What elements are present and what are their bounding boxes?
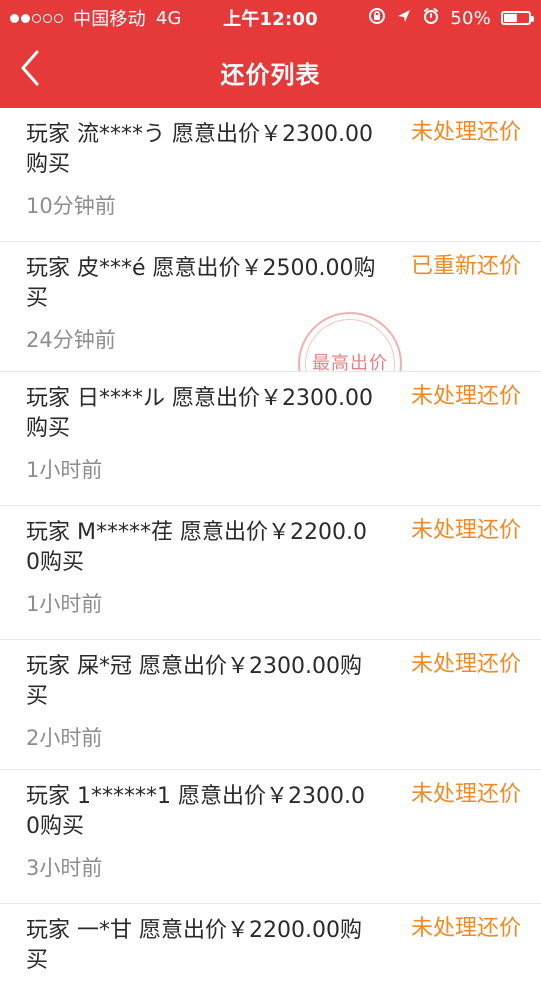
time-label: 1小时前: [26, 592, 103, 616]
chevron-left-icon: [17, 48, 43, 92]
navigation-bar: 还价列表: [0, 36, 541, 108]
time-label: 1小时前: [26, 458, 103, 482]
signal-dot: [10, 13, 19, 23]
list-item[interactable]: 玩家 M*****荏 愿意出价￥2200.00购买 未处理还价 1小时前: [0, 506, 541, 640]
status-label[interactable]: 未处理还价: [411, 382, 521, 412]
status-label[interactable]: 未处理还价: [411, 914, 521, 944]
status-time: 上午12:00: [223, 9, 318, 30]
battery-percent: 50%: [450, 7, 491, 29]
status-label[interactable]: 未处理还价: [411, 650, 521, 680]
status-label[interactable]: 已重新还价: [411, 252, 521, 282]
status-label[interactable]: 未处理还价: [411, 516, 521, 546]
highest-bid-stamp: 最高出价: [298, 312, 402, 372]
page-title: 还价列表: [220, 60, 321, 89]
network-label: 4G: [155, 7, 182, 29]
status-right: 50%: [368, 7, 534, 30]
alarm-icon: [422, 7, 440, 30]
signal-dot: [43, 13, 52, 23]
location-arrow-icon: [396, 8, 412, 29]
status-left: 中国移动 4G: [10, 5, 182, 31]
time-label: 2小时前: [26, 726, 103, 750]
back-button[interactable]: [6, 46, 54, 94]
status-label[interactable]: 未处理还价: [411, 118, 521, 148]
list-item[interactable]: 玩家 日****ル 愿意出价￥2300.00购买 未处理还价 1小时前: [0, 372, 541, 506]
list-item[interactable]: 玩家 一*甘 愿意出价￥2200.00购买 未处理还价: [0, 904, 541, 1004]
header: 中国移动 4G 上午12:00 50% 还价列表: [0, 0, 541, 108]
battery-icon: [501, 11, 534, 25]
status-bar: 中国移动 4G 上午12:00 50%: [0, 0, 541, 36]
offer-text: 玩家 一*甘 愿意出价￥2200.00购买: [26, 918, 362, 973]
offer-text: 玩家 皮***é 愿意出价￥2500.00购买: [26, 256, 376, 311]
carrier-label: 中国移动: [73, 9, 146, 30]
rotation-lock-icon: [368, 7, 386, 30]
offer-text: 玩家 1******1 愿意出价￥2300.00购买: [26, 784, 365, 839]
status-label[interactable]: 未处理还价: [411, 780, 521, 810]
offer-text: 玩家 流****う 愿意出价￥2300.00购买: [26, 122, 373, 177]
offer-text: 玩家 屎*冠 愿意出价￥2300.00购买: [26, 654, 362, 709]
offer-text: 玩家 日****ル 愿意出价￥2300.00购买: [26, 386, 373, 441]
offer-text: 玩家 M*****荏 愿意出价￥2200.00购买: [26, 520, 367, 575]
signal-dot: [54, 13, 63, 23]
signal-dot: [21, 13, 30, 23]
list-item[interactable]: 玩家 屎*冠 愿意出价￥2300.00购买 未处理还价 2小时前: [0, 640, 541, 770]
signal-dot: [32, 13, 41, 23]
counteroffer-list: 玩家 流****う 愿意出价￥2300.00购买 未处理还价 10分钟前 玩家 …: [0, 108, 541, 1004]
signal-strength-icon: [10, 13, 63, 23]
list-item[interactable]: 玩家 1******1 愿意出价￥2300.00购买 未处理还价 3小时前: [0, 770, 541, 904]
list-item[interactable]: 玩家 皮***é 愿意出价￥2500.00购买 已重新还价 24分钟前 最高出价: [0, 242, 541, 372]
time-label: 3小时前: [26, 856, 103, 880]
time-label: 10分钟前: [26, 194, 116, 218]
battery-fill: [504, 14, 517, 22]
list-item[interactable]: 玩家 流****う 愿意出价￥2300.00购买 未处理还价 10分钟前: [0, 108, 541, 242]
time-label: 24分钟前: [26, 328, 116, 352]
stamp-text: 最高出价: [312, 353, 388, 372]
